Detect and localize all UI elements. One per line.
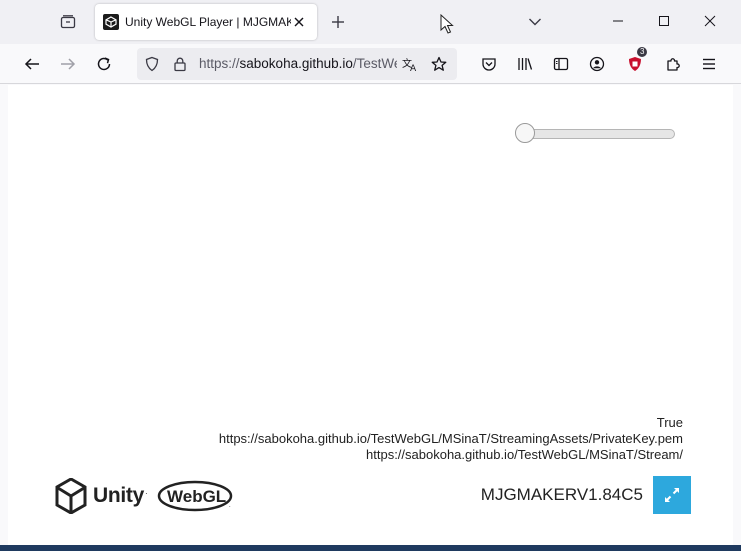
webgl-logo-text: WebGL [167, 487, 226, 506]
sidebar-icon [553, 57, 569, 71]
chevron-down-icon [529, 18, 541, 26]
reload-icon [97, 57, 111, 71]
hamburger-menu-icon [703, 58, 715, 70]
forward-button[interactable] [54, 50, 82, 78]
url-path: /TestWebGL/MSinaT/ [352, 56, 397, 71]
plus-icon [332, 16, 344, 28]
fullscreen-button[interactable] [653, 476, 691, 514]
forward-arrow-icon [61, 58, 76, 70]
account-button[interactable] [583, 50, 611, 78]
app-menu-button[interactable] [695, 50, 723, 78]
info-line-status: True [656, 415, 683, 430]
tab-title: Unity WebGL Player | MJGMAKER [125, 15, 291, 29]
url-text[interactable]: https://sabokoha.github.io/TestWebGL/MSi… [199, 56, 397, 71]
puzzle-icon [667, 58, 680, 71]
maximize-button[interactable] [647, 6, 681, 36]
window-close-icon [704, 15, 716, 27]
browser-window: Unity WebGL Player | MJGMAKER [0, 0, 741, 545]
url-bar[interactable]: https://sabokoha.github.io/TestWebGL/MSi… [137, 48, 457, 80]
maximize-icon [659, 16, 669, 26]
pocket-icon [482, 58, 496, 71]
library-button[interactable] [511, 50, 539, 78]
webgl-logo: WebGL . [157, 480, 233, 512]
account-icon [589, 56, 605, 72]
slider-thumb[interactable] [515, 123, 535, 143]
build-title: MJGMAKERV1.84C5 [480, 485, 643, 504]
info-line-stream-url: https://sabokoha.github.io/TestWebGL/MSi… [366, 447, 683, 462]
tab-overview-button[interactable] [54, 8, 82, 36]
tab-unity-webgl[interactable]: Unity WebGL Player | MJGMAKER [95, 4, 317, 40]
unity-trademark-dot: · [145, 488, 148, 498]
minimize-button[interactable] [601, 6, 635, 36]
unity-footer: Unity · WebGL . MJGMAKERV1.84C5 [8, 471, 733, 521]
url-host: sabokoha.github.io [239, 56, 353, 71]
fullscreen-icon [665, 488, 679, 502]
slider-track[interactable] [525, 129, 675, 139]
reader-sidebar-button[interactable] [547, 50, 575, 78]
page-content: True https://sabokoha.github.io/TestWebG… [8, 85, 733, 545]
ublock-icon [629, 57, 641, 71]
star-icon[interactable] [431, 56, 447, 77]
list-all-tabs-button[interactable] [523, 10, 547, 34]
navigation-toolbar: https://sabokoha.github.io/TestWebGL/MSi… [0, 44, 741, 84]
lock-icon[interactable] [172, 56, 188, 77]
window-close-button[interactable] [693, 6, 727, 36]
back-button[interactable] [18, 50, 46, 78]
ublock-extension-button[interactable]: 3 [621, 47, 649, 78]
svg-text:A: A [410, 64, 417, 72]
tab-strip: Unity WebGL Player | MJGMAKER [0, 0, 741, 44]
new-tab-button[interactable] [326, 10, 350, 34]
library-icon [518, 58, 533, 70]
close-icon[interactable] [290, 13, 308, 31]
unity-logo: Unity · [55, 478, 148, 514]
tab-overview-icon [60, 15, 76, 29]
info-text-block: True https://sabokoha.github.io/TestWebG… [219, 415, 683, 463]
extension-badge: 3 [637, 47, 648, 57]
mouse-cursor-icon [440, 14, 454, 34]
minimize-icon [613, 20, 623, 22]
translate-icon[interactable]: 文 A [402, 56, 419, 77]
shield-icon[interactable] [144, 56, 160, 77]
reload-button[interactable] [90, 50, 118, 78]
info-line-key-url: https://sabokoha.github.io/TestWebGL/MSi… [218, 431, 683, 446]
unity-favicon-icon [103, 14, 119, 30]
unity-cube-icon [55, 478, 87, 514]
unity-logo-text: Unity [93, 484, 145, 507]
svg-text:.: . [229, 503, 231, 509]
extensions-button[interactable] [659, 50, 687, 78]
url-prefix: https:// [199, 56, 240, 71]
pocket-button[interactable] [475, 50, 503, 78]
back-arrow-icon [24, 58, 39, 70]
